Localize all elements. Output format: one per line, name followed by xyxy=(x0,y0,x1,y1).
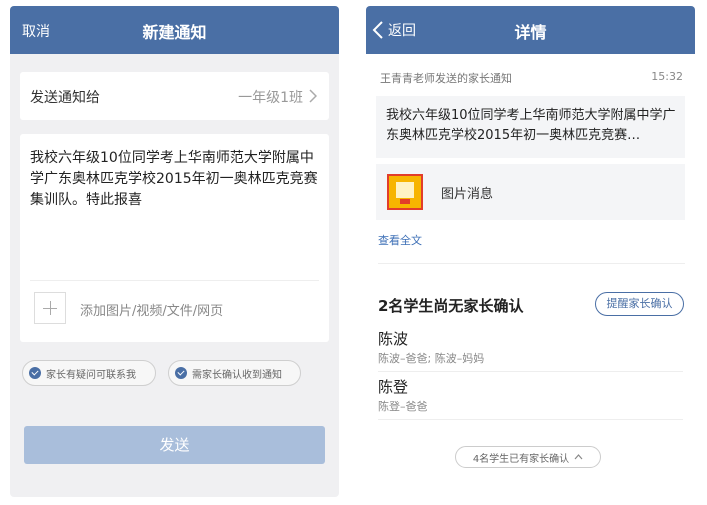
student-parents: 陈登–爸爸 xyxy=(378,400,428,413)
send-button[interactable]: 发送 xyxy=(24,426,325,464)
message-textarea[interactable]: 我校六年级10位同学考上华南师范大学附属中学广东奥林匹克学校2015年初一奥林匹… xyxy=(30,148,320,211)
list-item: 陈登 陈登–爸爸 xyxy=(378,374,683,420)
page-title: 详情 xyxy=(514,23,547,42)
recipient-selector[interactable]: 发送通知给 一年级1班 xyxy=(20,72,329,120)
preview-text: 我校六年级10位同学考上华南师范大学附属中学广东奥林匹克学校2015年初一奥林匹… xyxy=(386,108,676,143)
image-message[interactable]: 图片消息 xyxy=(376,164,685,220)
sender-line: 王青青老师发送的家长通知 xyxy=(380,72,512,85)
confirmed-label: 4名学生已有家长确认 xyxy=(472,453,570,465)
message-card: 我校六年级10位同学考上华南师范大学附属中学广东奥林匹克学校2015年初一奥林匹… xyxy=(20,134,329,342)
chevron-up-icon xyxy=(574,454,583,460)
option-label: 家长有疑问可联系我 xyxy=(46,369,136,381)
new-notice-screen: 取消 新建通知 发送通知给 一年级1班 我校六年级10位同学考上华南师范大学附属… xyxy=(10,6,339,497)
student-parents: 陈波–爸爸; 陈波–妈妈 xyxy=(378,352,485,365)
recipient-value: 一年级1班 xyxy=(238,90,303,106)
option-confirm-toggle[interactable]: 需家长确认收到通知 xyxy=(168,360,301,386)
divider xyxy=(30,280,319,281)
option-label: 需家长确认收到通知 xyxy=(192,369,282,381)
list-item: 陈波 陈波–爸爸; 陈波–妈妈 xyxy=(378,326,683,372)
chevron-right-icon xyxy=(309,89,317,103)
recipient-label: 发送通知给 xyxy=(30,90,100,106)
remind-parents-button[interactable]: 提醒家长确认 xyxy=(595,292,684,316)
notice-preview[interactable]: 我校六年级10位同学考上华南师范大学附属中学广东奥林匹克学校2015年初一奥林匹… xyxy=(376,96,685,158)
check-circle-icon xyxy=(29,367,41,379)
divider xyxy=(378,263,685,264)
confirmed-toggle[interactable]: 4名学生已有家长确认 xyxy=(455,446,601,468)
attach-label[interactable]: 添加图片/视频/文件/网页 xyxy=(80,300,223,319)
detail-screen: 返回 详情 王青青老师发送的家长通知 15:32 我校六年级10位同学考上华南师… xyxy=(366,6,695,497)
option-contact-toggle[interactable]: 家长有疑问可联系我 xyxy=(22,360,156,386)
view-full-link[interactable]: 查看全文 xyxy=(378,232,422,248)
navbar: 返回 详情 xyxy=(366,6,695,54)
sent-time: 15:32 xyxy=(651,70,683,83)
image-thumbnail xyxy=(387,174,423,210)
student-name: 陈登 xyxy=(378,378,409,396)
image-message-label: 图片消息 xyxy=(441,187,494,202)
navbar: 取消 新建通知 xyxy=(10,6,339,54)
page-title: 新建通知 xyxy=(142,23,207,42)
student-name: 陈波 xyxy=(378,330,409,348)
pending-title: 2名学生尚无家长确认 xyxy=(378,297,524,315)
check-circle-icon xyxy=(175,367,187,379)
plus-icon[interactable] xyxy=(34,292,66,324)
